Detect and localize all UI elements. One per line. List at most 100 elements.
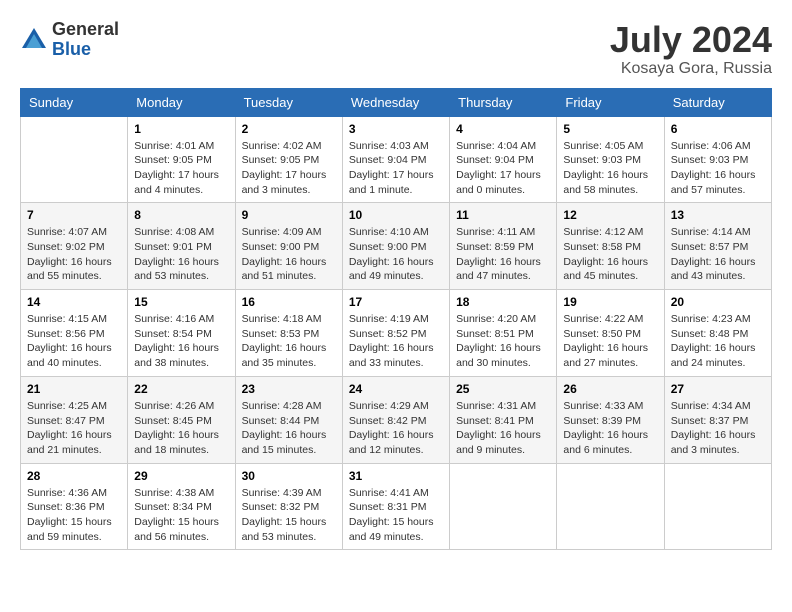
day-number: 19 <box>563 295 657 309</box>
weekday-header-thursday: Thursday <box>450 88 557 116</box>
day-content: Sunrise: 4:20 AM Sunset: 8:51 PM Dayligh… <box>456 312 550 371</box>
calendar-cell: 18 Sunrise: 4:20 AM Sunset: 8:51 PM Dayli… <box>450 290 557 377</box>
day-number: 2 <box>242 122 336 136</box>
day-number: 27 <box>671 382 765 396</box>
day-content: Sunrise: 4:22 AM Sunset: 8:50 PM Dayligh… <box>563 312 657 371</box>
day-content: Sunrise: 4:09 AM Sunset: 9:00 PM Dayligh… <box>242 225 336 284</box>
day-number: 21 <box>27 382 121 396</box>
day-content: Sunrise: 4:34 AM Sunset: 8:37 PM Dayligh… <box>671 399 765 458</box>
calendar-week-row: 21 Sunrise: 4:25 AM Sunset: 8:47 PM Dayli… <box>21 376 772 463</box>
logo-icon <box>20 26 48 54</box>
calendar-week-row: 7Sunrise: 4:07 AM Sunset: 9:02 PM Daylig… <box>21 203 772 290</box>
day-number: 22 <box>134 382 228 396</box>
calendar-table: SundayMondayTuesdayWednesdayThursdayFrid… <box>20 88 772 551</box>
weekday-header-sunday: Sunday <box>21 88 128 116</box>
day-number: 24 <box>349 382 443 396</box>
calendar-cell: 30Sunrise: 4:39 AM Sunset: 8:32 PM Dayli… <box>235 463 342 550</box>
day-number: 31 <box>349 469 443 483</box>
day-number: 8 <box>134 208 228 222</box>
day-number: 26 <box>563 382 657 396</box>
calendar-cell: 22Sunrise: 4:26 AM Sunset: 8:45 PM Dayli… <box>128 376 235 463</box>
calendar-cell: 17 Sunrise: 4:19 AM Sunset: 8:52 PM Dayli… <box>342 290 449 377</box>
day-number: 18 <box>456 295 550 309</box>
calendar-week-row: 28 Sunrise: 4:36 AM Sunset: 8:36 PM Dayli… <box>21 463 772 550</box>
day-content: Sunrise: 4:08 AM Sunset: 9:01 PM Dayligh… <box>134 225 228 284</box>
day-content: Sunrise: 4:02 AM Sunset: 9:05 PM Dayligh… <box>242 139 336 198</box>
calendar-cell: 4Sunrise: 4:04 AM Sunset: 9:04 PM Daylig… <box>450 116 557 203</box>
weekday-header-wednesday: Wednesday <box>342 88 449 116</box>
day-content: Sunrise: 4:28 AM Sunset: 8:44 PM Dayligh… <box>242 399 336 458</box>
calendar-cell: 8 Sunrise: 4:08 AM Sunset: 9:01 PM Daylig… <box>128 203 235 290</box>
day-content: Sunrise: 4:11 AM Sunset: 8:59 PM Dayligh… <box>456 225 550 284</box>
logo-blue-text: Blue <box>52 39 91 59</box>
weekday-header-friday: Friday <box>557 88 664 116</box>
day-number: 14 <box>27 295 121 309</box>
calendar-cell: 3 Sunrise: 4:03 AM Sunset: 9:04 PM Daylig… <box>342 116 449 203</box>
calendar-cell: 20Sunrise: 4:23 AM Sunset: 8:48 PM Dayli… <box>664 290 771 377</box>
month-year-title: July 2024 <box>610 20 772 60</box>
calendar-cell: 27 Sunrise: 4:34 AM Sunset: 8:37 PM Dayli… <box>664 376 771 463</box>
day-content: Sunrise: 4:07 AM Sunset: 9:02 PM Dayligh… <box>27 225 121 284</box>
day-content: Sunrise: 4:16 AM Sunset: 8:54 PM Dayligh… <box>134 312 228 371</box>
calendar-cell: 26Sunrise: 4:33 AM Sunset: 8:39 PM Dayli… <box>557 376 664 463</box>
day-content: Sunrise: 4:25 AM Sunset: 8:47 PM Dayligh… <box>27 399 121 458</box>
calendar-cell: 7Sunrise: 4:07 AM Sunset: 9:02 PM Daylig… <box>21 203 128 290</box>
day-number: 9 <box>242 208 336 222</box>
day-content: Sunrise: 4:18 AM Sunset: 8:53 PM Dayligh… <box>242 312 336 371</box>
day-number: 11 <box>456 208 550 222</box>
day-number: 10 <box>349 208 443 222</box>
calendar-cell: 23 Sunrise: 4:28 AM Sunset: 8:44 PM Dayli… <box>235 376 342 463</box>
day-content: Sunrise: 4:19 AM Sunset: 8:52 PM Dayligh… <box>349 312 443 371</box>
day-number: 17 <box>349 295 443 309</box>
calendar-cell <box>557 463 664 550</box>
page-header: General Blue July 2024 Kosaya Gora, Russ… <box>20 20 772 78</box>
day-number: 25 <box>456 382 550 396</box>
logo-general-text: General <box>52 19 119 39</box>
day-number: 29 <box>134 469 228 483</box>
calendar-cell: 13 Sunrise: 4:14 AM Sunset: 8:57 PM Dayli… <box>664 203 771 290</box>
day-number: 28 <box>27 469 121 483</box>
calendar-cell: 14 Sunrise: 4:15 AM Sunset: 8:56 PM Dayli… <box>21 290 128 377</box>
day-content: Sunrise: 4:41 AM Sunset: 8:31 PM Dayligh… <box>349 486 443 545</box>
day-content: Sunrise: 4:23 AM Sunset: 8:48 PM Dayligh… <box>671 312 765 371</box>
day-number: 5 <box>563 122 657 136</box>
day-number: 15 <box>134 295 228 309</box>
calendar-cell: 21 Sunrise: 4:25 AM Sunset: 8:47 PM Dayli… <box>21 376 128 463</box>
calendar-cell: 28 Sunrise: 4:36 AM Sunset: 8:36 PM Dayli… <box>21 463 128 550</box>
day-number: 6 <box>671 122 765 136</box>
weekday-header-row: SundayMondayTuesdayWednesdayThursdayFrid… <box>21 88 772 116</box>
calendar-cell: 19 Sunrise: 4:22 AM Sunset: 8:50 PM Dayli… <box>557 290 664 377</box>
location-text: Kosaya Gora, Russia <box>610 60 772 78</box>
calendar-cell: 1Sunrise: 4:01 AM Sunset: 9:05 PM Daylig… <box>128 116 235 203</box>
day-number: 13 <box>671 208 765 222</box>
day-content: Sunrise: 4:10 AM Sunset: 9:00 PM Dayligh… <box>349 225 443 284</box>
calendar-cell: 24 Sunrise: 4:29 AM Sunset: 8:42 PM Dayli… <box>342 376 449 463</box>
calendar-body: 1Sunrise: 4:01 AM Sunset: 9:05 PM Daylig… <box>21 116 772 550</box>
day-number: 3 <box>349 122 443 136</box>
calendar-week-row: 14 Sunrise: 4:15 AM Sunset: 8:56 PM Dayli… <box>21 290 772 377</box>
calendar-cell <box>21 116 128 203</box>
weekday-header-monday: Monday <box>128 88 235 116</box>
calendar-cell: 29 Sunrise: 4:38 AM Sunset: 8:34 PM Dayli… <box>128 463 235 550</box>
day-content: Sunrise: 4:38 AM Sunset: 8:34 PM Dayligh… <box>134 486 228 545</box>
day-number: 23 <box>242 382 336 396</box>
weekday-header-tuesday: Tuesday <box>235 88 342 116</box>
calendar-cell: 25 Sunrise: 4:31 AM Sunset: 8:41 PM Dayli… <box>450 376 557 463</box>
day-content: Sunrise: 4:05 AM Sunset: 9:03 PM Dayligh… <box>563 139 657 198</box>
day-content: Sunrise: 4:36 AM Sunset: 8:36 PM Dayligh… <box>27 486 121 545</box>
calendar-cell: 6 Sunrise: 4:06 AM Sunset: 9:03 PM Daylig… <box>664 116 771 203</box>
day-content: Sunrise: 4:29 AM Sunset: 8:42 PM Dayligh… <box>349 399 443 458</box>
day-content: Sunrise: 4:03 AM Sunset: 9:04 PM Dayligh… <box>349 139 443 198</box>
day-content: Sunrise: 4:14 AM Sunset: 8:57 PM Dayligh… <box>671 225 765 284</box>
calendar-cell: 9 Sunrise: 4:09 AM Sunset: 9:00 PM Daylig… <box>235 203 342 290</box>
calendar-header: SundayMondayTuesdayWednesdayThursdayFrid… <box>21 88 772 116</box>
calendar-cell <box>664 463 771 550</box>
day-content: Sunrise: 4:06 AM Sunset: 9:03 PM Dayligh… <box>671 139 765 198</box>
day-content: Sunrise: 4:15 AM Sunset: 8:56 PM Dayligh… <box>27 312 121 371</box>
weekday-header-saturday: Saturday <box>664 88 771 116</box>
calendar-cell: 15 Sunrise: 4:16 AM Sunset: 8:54 PM Dayli… <box>128 290 235 377</box>
day-content: Sunrise: 4:31 AM Sunset: 8:41 PM Dayligh… <box>456 399 550 458</box>
day-number: 30 <box>242 469 336 483</box>
calendar-cell <box>450 463 557 550</box>
calendar-cell: 16Sunrise: 4:18 AM Sunset: 8:53 PM Dayli… <box>235 290 342 377</box>
